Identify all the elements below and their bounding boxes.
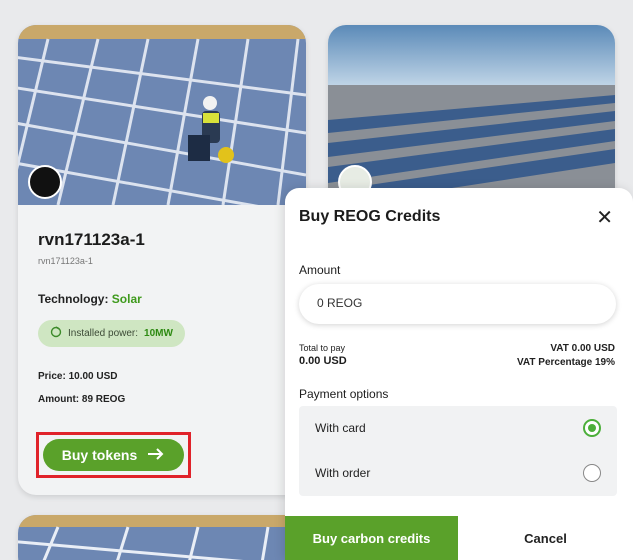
- power-label: Installed power:: [68, 328, 139, 339]
- price-value: 10.00 USD: [68, 371, 118, 382]
- buy-carbon-credits-button[interactable]: Buy carbon credits: [285, 516, 458, 560]
- power-value: 10MW: [144, 328, 173, 339]
- arrow-right-icon: [147, 447, 165, 464]
- amount-input[interactable]: 0 REOG: [299, 284, 616, 324]
- power-icon: [50, 326, 62, 341]
- amount-value: 89 REOG: [81, 394, 126, 405]
- project-title: rvn171123a-1: [38, 230, 145, 249]
- total-label: Total to pay: [299, 343, 346, 353]
- close-icon[interactable]: ✕: [596, 205, 613, 230]
- price-amount: Price: 10.00 USD Amount: 89 REOG: [38, 365, 290, 411]
- payment-option-order[interactable]: With order: [299, 451, 617, 496]
- technology-value: Solar: [111, 292, 142, 306]
- vat-percentage: VAT Percentage 19%: [516, 357, 615, 368]
- radio-unselected-icon[interactable]: [583, 464, 601, 482]
- amount-label: Amount:: [38, 394, 80, 405]
- cancel-button[interactable]: Cancel: [458, 516, 633, 560]
- price-label: Price:: [38, 371, 66, 382]
- project-card[interactable]: rvn171123a-1 rvn171123a-1 Technology: So…: [18, 25, 306, 495]
- project-subtitle: rvn171123a-1: [38, 256, 93, 266]
- vat-value: VAT 0.00 USD: [550, 343, 615, 354]
- payment-options: With card With order: [299, 406, 617, 496]
- buy-tokens-button[interactable]: Buy tokens: [43, 439, 184, 471]
- payment-option-label: With card: [315, 421, 366, 435]
- buy-credits-modal: Buy REOG Credits ✕ Amount 0 REOG Total t…: [285, 188, 633, 560]
- technology-line: Technology: Solar: [38, 292, 290, 306]
- payment-option-label: With order: [315, 466, 371, 480]
- project-info: rvn171123a-1 rvn171123a-1 Technology: So…: [38, 230, 290, 411]
- buy-tokens-label: Buy tokens: [61, 447, 138, 463]
- radio-selected-icon[interactable]: [583, 419, 601, 437]
- buy-tokens-highlight: Buy tokens: [36, 432, 191, 478]
- project-card[interactable]: [18, 515, 306, 560]
- project-photo: [18, 515, 306, 560]
- project-logo-icon: [28, 165, 62, 199]
- installed-power-badge: Installed power: 10MW: [38, 320, 185, 347]
- amount-label: Amount: [299, 263, 341, 277]
- payment-option-card[interactable]: With card: [299, 406, 617, 451]
- modal-title: Buy REOG Credits: [299, 208, 441, 225]
- payment-options-label: Payment options: [299, 387, 389, 401]
- technology-label: Technology:: [38, 292, 109, 306]
- project-photo: [328, 25, 615, 205]
- project-photo: [18, 25, 306, 205]
- total-value: 0.00 USD: [299, 355, 347, 367]
